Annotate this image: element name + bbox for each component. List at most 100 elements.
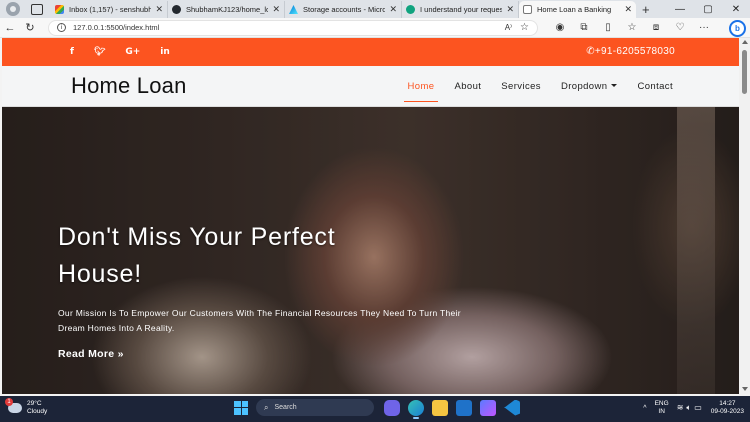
wifi-volume-battery-icon[interactable]: ≋🔈︎▭ xyxy=(677,403,705,413)
hero-title-line1: Don't Miss Your Perfect xyxy=(58,223,336,251)
read-more-label: Read More xyxy=(58,348,115,360)
vscode-icon[interactable] xyxy=(504,399,520,416)
lang-bottom: IN xyxy=(658,408,665,415)
extension-icon[interactable]: ◉ xyxy=(548,22,572,33)
phone-icon: ✆ xyxy=(586,46,595,57)
azure-icon xyxy=(289,5,298,14)
nav-about[interactable]: About xyxy=(454,77,481,96)
tab-title: Storage accounts - Microsoft xyxy=(303,5,385,14)
copilot-icon[interactable] xyxy=(480,399,496,416)
linkedin-icon[interactable]: in xyxy=(160,47,170,57)
chatgpt-icon xyxy=(406,5,415,14)
gmail-icon xyxy=(55,5,64,14)
close-tab-icon[interactable]: ✕ xyxy=(624,4,632,15)
close-tab-icon[interactable]: ✕ xyxy=(155,4,163,15)
tab-title: ShubhamKJ123/home_loan xyxy=(186,5,268,14)
site-info-icon[interactable]: i xyxy=(57,23,66,32)
nav-contact[interactable]: Contact xyxy=(637,77,673,96)
notification-badge: 1 xyxy=(5,398,13,406)
maximize-icon[interactable]: ▢ xyxy=(694,4,722,15)
tab-title: Home Loan a Banking xyxy=(537,5,612,14)
close-window-icon[interactable]: ✕ xyxy=(722,4,750,15)
site-navbar: Home Loan Home About Services Dropdown C… xyxy=(2,66,739,107)
facebook-icon[interactable]: f xyxy=(70,47,74,57)
hero-title: Don't Miss Your Perfect House! xyxy=(58,219,468,293)
clock[interactable]: 14:27 09-09-2023 xyxy=(711,400,744,416)
close-tab-icon[interactable]: ✕ xyxy=(272,4,280,15)
phone-text: +91-6205578030 xyxy=(594,46,675,57)
google-plus-icon[interactable]: G+ xyxy=(125,47,140,57)
close-tab-icon[interactable]: ✕ xyxy=(506,4,514,15)
hero-banner: Don't Miss Your Perfect House! Our Missi… xyxy=(2,107,739,394)
file-explorer-icon[interactable] xyxy=(432,399,448,416)
hero-subtitle: Our Mission Is To Empower Our Customers … xyxy=(58,308,461,333)
browser-tab[interactable]: Inbox (1,157) - senshubham ✕ xyxy=(51,1,168,18)
weather-widget[interactable]: 1 29°C Cloudy xyxy=(5,398,47,416)
browser-toolbar: ◉ ⧉ ▯ ☆ ⧈ ♡ ··· xyxy=(548,22,716,33)
browser-tab[interactable]: I understand your request. I ✕ xyxy=(402,1,519,18)
taskbar-apps: ⌕ Search xyxy=(234,399,524,419)
browser-tab-active[interactable]: Home Loan a Banking ✕ xyxy=(519,1,636,18)
address-input[interactable]: i 127.0.0.1:5500/index.html A⁾ ☆ xyxy=(48,19,538,36)
collections-icon[interactable]: ⧈ xyxy=(644,22,668,33)
nav-services[interactable]: Services xyxy=(501,77,541,96)
minimize-icon[interactable]: — xyxy=(666,4,694,15)
cloud-icon: 1 xyxy=(5,398,22,413)
time: 14:27 xyxy=(719,400,736,407)
hero-content: Don't Miss Your Perfect House! Our Missi… xyxy=(58,219,468,362)
browser-tab-strip: Inbox (1,157) - senshubham ✕ ShubhamKJ12… xyxy=(0,0,750,18)
favorites-icon[interactable]: ☆ xyxy=(620,22,644,33)
address-bar-row: ← ↻ i 127.0.0.1:5500/index.html A⁾ ☆ ◉ ⧉… xyxy=(0,18,750,38)
window-controls: — ▢ ✕ xyxy=(666,0,750,18)
twitter-icon[interactable]: 🐦︎ xyxy=(94,47,105,57)
tab-title: Inbox (1,157) - senshubham xyxy=(69,5,151,14)
more-menu-icon[interactable]: ··· xyxy=(692,22,716,33)
page-icon xyxy=(523,5,532,14)
phone-number[interactable]: ✆+91-6205578030 xyxy=(586,38,675,66)
start-windows-icon[interactable] xyxy=(234,400,248,415)
language-indicator[interactable]: ENG IN xyxy=(655,400,669,416)
tab-actions-icon[interactable] xyxy=(31,4,43,15)
scroll-up-icon[interactable] xyxy=(742,40,748,44)
teams-chat-icon[interactable] xyxy=(384,399,400,416)
read-more-link[interactable]: Read More » xyxy=(58,348,124,360)
bing-copilot-icon[interactable]: b xyxy=(729,20,746,37)
refresh-icon[interactable]: ↻ xyxy=(20,21,40,34)
lang-top: ENG xyxy=(654,400,669,407)
split-screen-icon[interactable]: ▯ xyxy=(596,22,620,33)
new-tab-icon[interactable]: + xyxy=(642,2,650,17)
close-tab-icon[interactable]: ✕ xyxy=(389,4,397,15)
profile-avatar-icon[interactable] xyxy=(6,2,20,16)
back-icon[interactable]: ← xyxy=(0,22,20,34)
web-page: f 🐦︎ G+ in ✆+91-6205578030 Home Loan Hom… xyxy=(2,38,739,394)
url-text: 127.0.0.1:5500/index.html xyxy=(73,23,160,32)
nav-dropdown[interactable]: Dropdown xyxy=(561,77,618,96)
nav-home[interactable]: Home xyxy=(403,77,439,102)
edge-browser-icon[interactable] xyxy=(408,399,424,419)
browser-tab[interactable]: Storage accounts - Microsoft ✕ xyxy=(285,1,402,18)
weather-desc: Cloudy xyxy=(27,408,48,415)
brand-logo[interactable]: Home Loan xyxy=(71,73,187,99)
caret-down-icon xyxy=(611,84,618,87)
weather-text: 29°C Cloudy xyxy=(27,400,47,416)
scroll-thumb[interactable] xyxy=(742,50,747,94)
hero-title-line2: House! xyxy=(58,260,143,288)
page-scrollbar[interactable] xyxy=(739,38,750,394)
scroll-down-icon[interactable] xyxy=(742,387,748,391)
tab-title: I understand your request. I xyxy=(420,5,502,14)
double-chevron-right-icon: » xyxy=(117,348,124,360)
search-label: Search xyxy=(274,404,297,411)
extensions-icon[interactable]: ⧉ xyxy=(572,22,596,33)
show-hidden-icons-icon[interactable]: ^ xyxy=(643,405,646,412)
browser-tab[interactable]: ShubhamKJ123/home_loan ✕ xyxy=(168,1,285,18)
nav-dropdown-label: Dropdown xyxy=(560,81,608,92)
github-icon xyxy=(172,5,181,14)
mail-icon[interactable] xyxy=(456,399,472,416)
taskbar-search[interactable]: ⌕ Search xyxy=(256,399,374,416)
read-aloud-icon[interactable]: A⁾ xyxy=(505,23,512,32)
favorite-star-icon[interactable]: ☆ xyxy=(520,22,529,33)
system-tray: ^ ENG IN ≋🔈︎▭ 14:27 09-09-2023 xyxy=(643,400,744,416)
main-nav: Home About Services Dropdown Contact xyxy=(388,66,673,107)
health-icon[interactable]: ♡ xyxy=(668,22,692,33)
weather-temp: 29°C xyxy=(27,400,42,407)
